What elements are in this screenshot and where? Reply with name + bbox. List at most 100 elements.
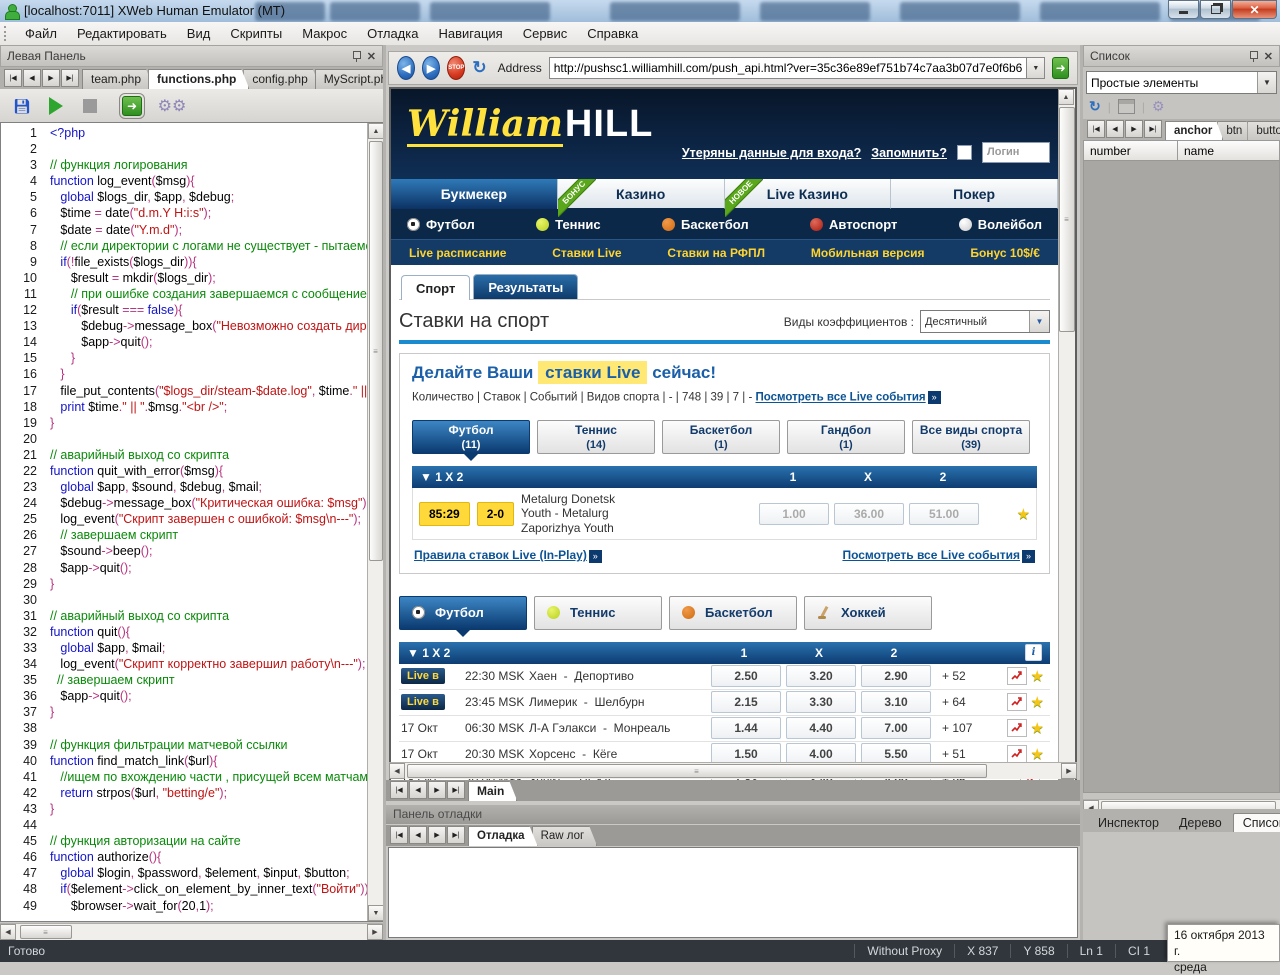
all-live-link[interactable]: Посмотреть все Live события [755,392,925,404]
filter-Гандбол[interactable]: Гандбол (1) [787,420,905,454]
menu-item[interactable]: Навигация [428,23,512,44]
filter-Теннис[interactable]: Теннис (14) [537,420,655,454]
code-line[interactable]: 46 function authorize(){ [1,849,368,865]
code-line[interactable]: 38 [1,720,368,736]
odds-button[interactable]: 3.20 [786,665,856,687]
odds-button[interactable]: 7.00 [861,717,931,739]
code-line[interactable]: 34 log_event("Скрипт корректно завершил … [1,656,368,672]
code-line[interactable]: 44 [1,817,368,833]
code-line[interactable]: 32 function quit(){ [1,624,368,640]
code-line[interactable]: 12 if($result === false){ [1,302,368,318]
odds-button[interactable]: 1.44 [711,717,781,739]
chart-icon[interactable] [1006,693,1027,711]
code-editor[interactable]: 1 <?php 2 3// функция логирования 4 function … [0,122,385,922]
debug-output[interactable] [388,847,1078,938]
filter-Баскетбол[interactable]: Баскетбол (1) [662,420,780,454]
subnav-link[interactable]: Live расписание [409,246,506,260]
code-line[interactable]: 13 $debug->message_box("Невозможно созда… [1,318,368,334]
odds-button[interactable]: 2.15 [711,691,781,713]
scroll-up-icon[interactable]: ▲ [368,123,384,139]
editor-vscrollbar[interactable]: ▲ ≡ ▼ [367,123,384,921]
build-gears-icon[interactable]: ⚙⚙ [158,96,187,116]
site-tab-Покер[interactable]: Покер [891,179,1058,209]
more-markets-link[interactable]: + 52 [936,669,998,683]
editor-hscrollbar[interactable]: ◀ ≡ ▶ [0,923,383,940]
code-line[interactable]: 30 [1,592,368,608]
login-input[interactable]: Логин [982,142,1050,163]
stop-icon[interactable] [80,96,100,116]
menu-item[interactable]: Справка [577,23,648,44]
element-tab-anchor[interactable]: anchor [1165,121,1223,140]
address-url[interactable]: http://pushsc1.williamhill.com/push_api.… [550,61,1027,75]
refresh-icon[interactable]: ↻ [1089,98,1101,115]
content-tab-Результаты[interactable]: Результаты [473,274,579,299]
odds-button[interactable]: 36.00 [834,502,905,525]
site-tab-Live Казино[interactable]: НОВОЕ Live Казино [724,179,892,217]
code-line[interactable]: 33 global $app, $mail; [1,640,368,656]
scroll-right-icon[interactable]: ▶ [1061,763,1077,779]
browser-vscrollbar[interactable]: ▲ ≡ ▼ [1058,89,1075,780]
elements-type-select[interactable]: Простые элементы ▼ [1086,71,1277,94]
code-line[interactable]: 2 [1,141,368,157]
tab-nav-first-icon[interactable]: |◀ [390,781,408,799]
menu-item[interactable]: Отладка [357,23,428,44]
star-icon[interactable]: ★ [1031,667,1044,685]
site-tab-Букмекер[interactable]: Букмекер [391,179,558,209]
sports-nav-Теннис[interactable]: Теннис [536,217,601,232]
tab-nav-prev-icon[interactable]: ◀ [23,69,41,87]
tab-nav-last-icon[interactable]: ▶| [447,781,465,799]
code-line[interactable]: 20 [1,431,368,447]
pin-icon[interactable] [352,50,361,62]
code-line[interactable]: 15 } [1,350,368,366]
address-dropdown-icon[interactable]: ▼ [1026,58,1045,78]
odds-button[interactable]: 3.10 [861,691,931,713]
grid-icon[interactable] [1117,99,1135,114]
code-line[interactable]: 49 $browser->wait_for(20,1); [1,898,368,914]
chart-icon[interactable] [1006,667,1027,685]
panel-tab-Инспектор[interactable]: Инспектор [1089,814,1168,832]
tab-nav-first-icon[interactable]: |◀ [1087,120,1105,138]
restore-button[interactable] [1200,0,1231,19]
code-line[interactable]: 7 $date = date("Y.m.d"); [1,222,368,238]
code-line[interactable]: 17 file_put_contents("$logs_dir/steam-$d… [1,383,368,399]
tab-nav-prev-icon[interactable]: ◀ [409,826,427,844]
filter-Футбол[interactable]: Футбол (11) [412,420,530,461]
code-line[interactable]: 37} [1,704,368,720]
debug-tab-Raw лог[interactable]: Raw лог [532,826,598,846]
more-markets-link[interactable]: + 64 [936,695,998,709]
code-line[interactable]: 35 // завершаем скрипт [1,672,368,688]
star-icon[interactable]: ★ [1031,745,1044,763]
menu-item[interactable]: Макрос [292,23,357,44]
code-line[interactable]: 18 print $time." || ".$msg."<br />"; [1,399,368,415]
info-icon[interactable]: i [1025,644,1042,661]
chart-icon[interactable] [1006,745,1027,763]
scroll-down-icon[interactable]: ▼ [368,905,384,921]
subnav-link[interactable]: Бонус 10$/€ [970,246,1040,260]
debug-tab-Отладка[interactable]: Отладка [468,826,538,846]
code-line[interactable]: 4 function log_event($msg){ [1,173,368,189]
tab-nav-next-icon[interactable]: ▶ [42,69,60,87]
content-tab-Спорт[interactable]: Спорт [401,275,471,300]
code-line[interactable]: 25 log_event("Скрипт завершен с ошибкой:… [1,511,368,527]
code-line[interactable]: 16 } [1,366,368,382]
code-line[interactable]: 29} [1,576,368,592]
subnav-link[interactable]: Ставки на РФПЛ [667,246,765,260]
minimize-button[interactable] [1168,0,1199,19]
go-icon[interactable]: ➜ [1052,57,1069,79]
code-line[interactable]: 31// аварийный выход со скрипта [1,608,368,624]
file-tab-team.php[interactable]: team.php [82,69,154,89]
subnav-link[interactable]: Ставки Live [552,246,621,260]
code-line[interactable]: 27 $sound->beep(); [1,543,368,559]
browser-tab-main[interactable]: Main [468,781,517,801]
browser-vscroll-thumb[interactable]: ≡ [1059,107,1075,332]
back-icon[interactable]: ◀ [397,56,416,80]
code-line[interactable]: 22 function quit_with_error($msg){ [1,463,368,479]
tab-nav-last-icon[interactable]: ▶| [447,826,465,844]
all-live-link2[interactable]: Посмотреть все Live события [842,548,1020,562]
sport-tab-Футбол[interactable]: Футбол [399,595,527,637]
tab-nav-next-icon[interactable]: ▶ [428,826,446,844]
element-tab-button[interactable]: button [1247,121,1280,140]
browser-hscroll-thumb[interactable]: ≡ [407,764,987,778]
coeff-select[interactable]: Десятичный ▼ [920,310,1050,333]
tab-nav-first-icon[interactable]: |◀ [4,69,22,87]
